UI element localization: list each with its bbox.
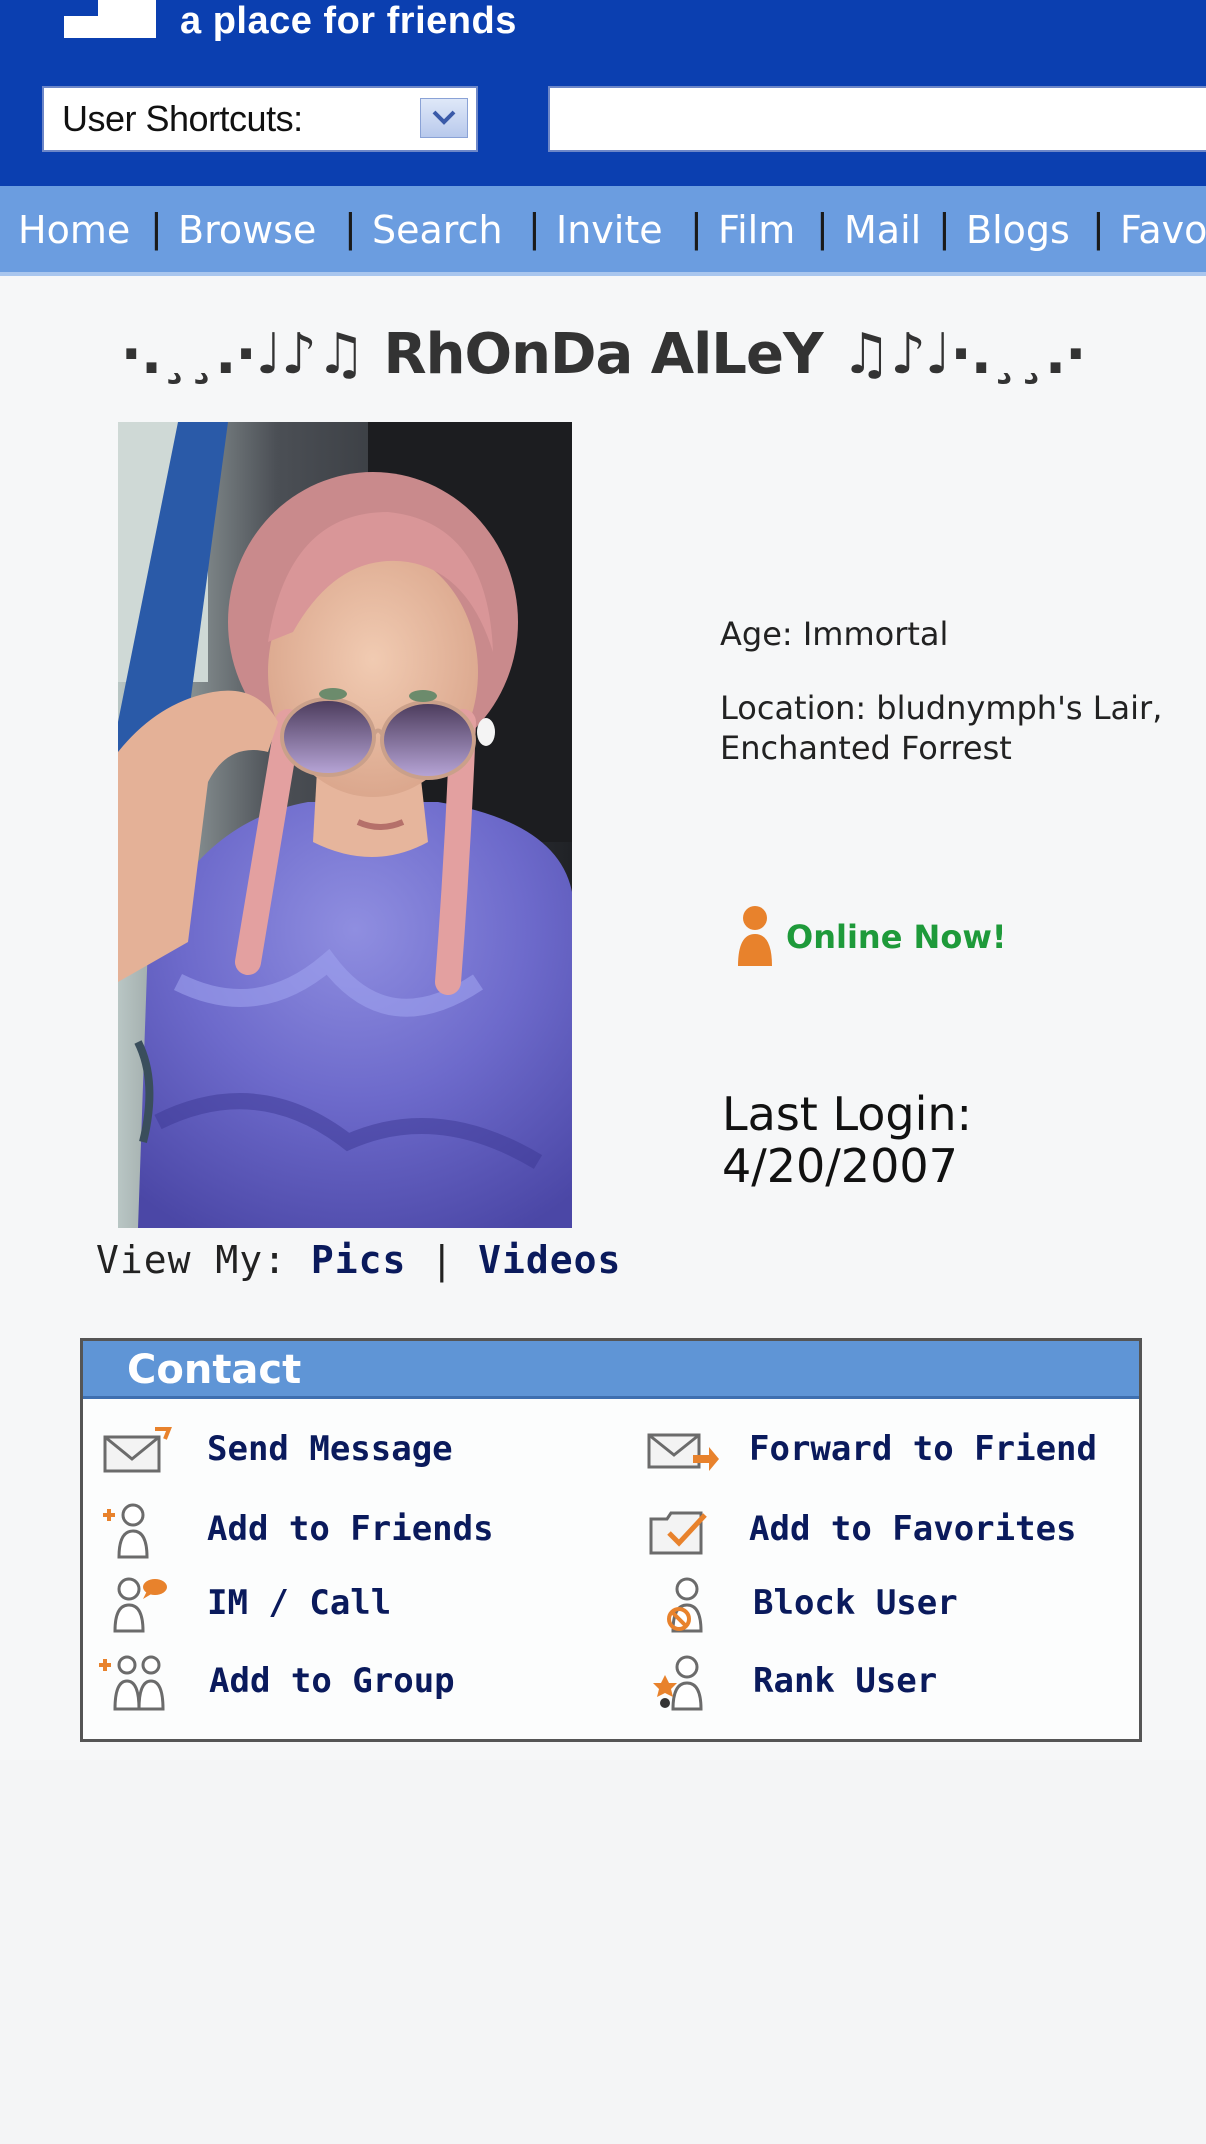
folder-check-icon bbox=[643, 1501, 719, 1561]
nav-browse[interactable]: Browse bbox=[178, 208, 316, 252]
last-login: Last Login: 4/20/2007 bbox=[722, 1088, 972, 1192]
view-pics-link[interactable]: Pics bbox=[311, 1238, 407, 1282]
add-to-friends-label: Add to Friends bbox=[207, 1509, 494, 1549]
profile-photo[interactable] bbox=[118, 422, 572, 1228]
site-header: a place for friends User Shortcuts: bbox=[0, 0, 1206, 186]
view-my-links: View My: Pics | Videos bbox=[96, 1238, 621, 1282]
block-user-label: Block User bbox=[753, 1583, 958, 1623]
view-videos-link[interactable]: Videos bbox=[478, 1238, 621, 1282]
nav-favorites[interactable]: Favo bbox=[1120, 208, 1206, 252]
block-user-icon bbox=[643, 1575, 719, 1635]
forward-to-friend-button[interactable]: Forward to Friend bbox=[643, 1421, 1133, 1481]
profile-location-line2: Enchanted Forrest bbox=[720, 729, 1012, 767]
add-to-group-label: Add to Group bbox=[209, 1661, 455, 1701]
user-shortcuts-label: User Shortcuts: bbox=[62, 98, 303, 139]
send-message-button[interactable]: Send Message bbox=[99, 1421, 579, 1481]
user-shortcuts-dropdown[interactable]: User Shortcuts: bbox=[42, 86, 478, 152]
nav-blogs[interactable]: Blogs bbox=[966, 208, 1070, 252]
chat-user-icon bbox=[99, 1575, 175, 1635]
online-user-icon bbox=[736, 904, 774, 972]
nav-separator: | bbox=[150, 206, 163, 250]
contact-box: Contact Send Message Forward to Friend A… bbox=[80, 1338, 1142, 1742]
view-links-separator: | bbox=[430, 1238, 455, 1282]
add-to-group-button[interactable]: Add to Group bbox=[99, 1653, 579, 1713]
add-to-favorites-label: Add to Favorites bbox=[749, 1509, 1077, 1549]
nav-separator: | bbox=[528, 206, 541, 250]
contact-title: Contact bbox=[127, 1347, 302, 1393]
profile-location-line1: Location: bludnymph's Lair, bbox=[720, 689, 1163, 727]
search-input[interactable] bbox=[548, 86, 1206, 152]
add-group-icon bbox=[99, 1653, 175, 1713]
forward-to-friend-label: Forward to Friend bbox=[749, 1429, 1097, 1469]
nav-separator: | bbox=[690, 206, 703, 250]
forward-envelope-icon bbox=[643, 1421, 719, 1481]
nav-mail[interactable]: Mail bbox=[844, 208, 921, 252]
nav-separator: | bbox=[1092, 206, 1105, 250]
contact-header: Contact bbox=[83, 1341, 1139, 1399]
profile-name: ·.¸¸.·♩♪♫ RhOnDa AlLeY ♫♪♩·.¸¸.· bbox=[120, 322, 1087, 387]
im-call-button[interactable]: IM / Call bbox=[99, 1575, 579, 1635]
nav-search[interactable]: Search bbox=[372, 208, 503, 252]
online-now-label: Online Now! bbox=[786, 918, 1007, 956]
site-logo-notch bbox=[64, 0, 98, 16]
nav-invite[interactable]: Invite bbox=[556, 208, 663, 252]
last-login-date: 4/20/2007 bbox=[722, 1139, 958, 1193]
main-nav: Home | Browse | Search | Invite | Film |… bbox=[0, 186, 1206, 276]
add-to-friends-button[interactable]: Add to Friends bbox=[99, 1501, 579, 1561]
nav-separator: | bbox=[344, 206, 357, 250]
last-login-label: Last Login: bbox=[722, 1087, 973, 1141]
add-friend-icon bbox=[99, 1501, 175, 1561]
chevron-down-icon[interactable] bbox=[420, 98, 468, 138]
rank-user-label: Rank User bbox=[753, 1661, 938, 1701]
profile-age: Age: Immortal bbox=[720, 615, 949, 653]
rank-user-button[interactable]: Rank User bbox=[643, 1653, 1133, 1713]
im-call-label: IM / Call bbox=[207, 1583, 392, 1623]
rank-user-icon bbox=[643, 1653, 719, 1713]
nav-separator: | bbox=[816, 206, 829, 250]
view-my-label: View My: bbox=[96, 1238, 288, 1282]
nav-home[interactable]: Home bbox=[18, 208, 130, 252]
site-tagline: a place for friends bbox=[180, 0, 517, 42]
add-to-favorites-button[interactable]: Add to Favorites bbox=[643, 1501, 1133, 1561]
envelope-icon bbox=[99, 1421, 175, 1481]
nav-film[interactable]: Film bbox=[718, 208, 795, 252]
page-footer-area bbox=[0, 1760, 1206, 2144]
send-message-label: Send Message bbox=[207, 1429, 453, 1469]
nav-separator: | bbox=[938, 206, 951, 250]
block-user-button[interactable]: Block User bbox=[643, 1575, 1133, 1635]
